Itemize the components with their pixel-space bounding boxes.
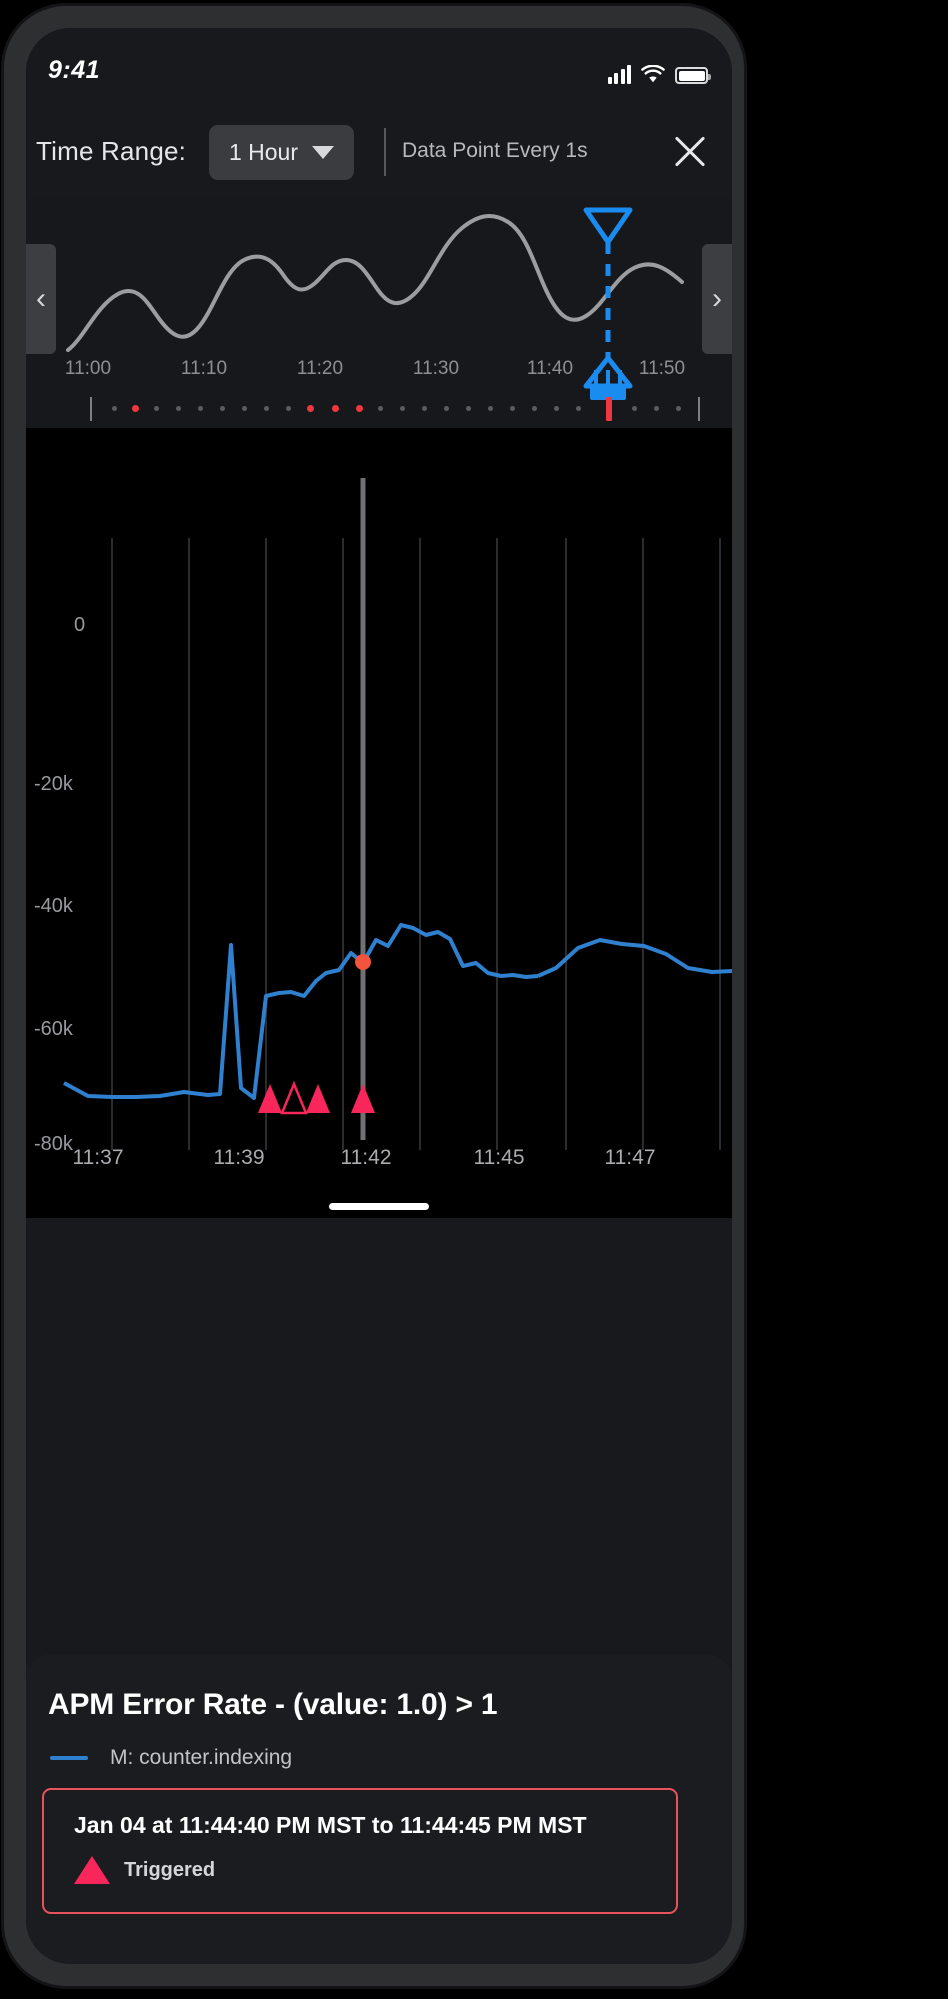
event-dot-alert (332, 405, 339, 412)
time-range-label: Time Range: (36, 136, 187, 166)
event-dot (176, 406, 181, 411)
wifi-icon (641, 64, 665, 84)
navigator-tick: 11:40 (526, 358, 574, 379)
event-dot (532, 406, 537, 411)
event-dot (400, 406, 405, 411)
event-dot (444, 406, 449, 411)
event-dot (422, 406, 427, 411)
status-bar: 9:41 (26, 28, 732, 110)
data-point-interval-label: Data Point Every 1s (402, 139, 588, 162)
navigator-tick: 11:10 (180, 358, 228, 379)
page-title: APM Error Rate - (value: 1.0) > 1 (48, 1688, 498, 1721)
status-badge: Triggered (124, 1858, 216, 1881)
triangle-alert-icon (258, 1084, 282, 1113)
y-axis-tick: -20k (34, 773, 73, 795)
close-icon[interactable] (666, 128, 714, 176)
event-bar-alert (606, 397, 612, 421)
navigator-prev-button[interactable]: ‹ (26, 244, 56, 354)
chart-series-line (63, 923, 539, 1100)
phone-frame: 9:41 Time Range: 1 Hour Data Point Every… (4, 6, 744, 1986)
navigator-next-button[interactable]: › (702, 244, 732, 354)
battery-full-icon (675, 67, 711, 84)
x-axis-tick: 11:45 (473, 1146, 525, 1169)
cellular-signal-icon (607, 64, 631, 84)
event-dot (488, 406, 493, 411)
navigator-tick: 11:50 (638, 358, 686, 379)
timeline-navigator[interactable]: ‹ › 11:00 11:10 11:20 11:30 11:40 11:50 (26, 198, 732, 428)
chart-series-line-continued (537, 938, 732, 978)
main-chart-plot (63, 478, 732, 1150)
x-axis-tick: 11:37 (72, 1146, 124, 1169)
time-range-value: 1 Hour (228, 139, 299, 165)
alert-time-range: Jan 04 at 11:44:40 PM MST to 11:44:45 PM… (74, 1812, 587, 1838)
event-dot (576, 406, 581, 411)
event-dot (554, 406, 559, 411)
status-bar-icons (607, 58, 711, 84)
home-indicator (329, 1203, 429, 1210)
event-dot (242, 406, 247, 411)
chart-triggered-markers (258, 1080, 375, 1115)
event-dot (378, 406, 383, 411)
event-dot (676, 406, 681, 411)
navigator-prev-arrow-icon: ‹ (36, 282, 46, 315)
event-dot (466, 406, 471, 411)
navigator-tick: 11:20 (296, 358, 344, 379)
alert-detail-card: APM Error Rate - (value: 1.0) > 1 M: cou… (26, 1654, 732, 1964)
navigator-tick: 11:00 (64, 358, 112, 379)
time-range-select[interactable]: 1 Hour (209, 125, 354, 180)
navigator-tick: 11:30 (412, 358, 460, 379)
event-dot (220, 406, 225, 411)
chart-legend[interactable]: M: counter.indexing (50, 1746, 292, 1770)
toolbar-divider (384, 128, 386, 176)
event-dot (198, 406, 203, 411)
triangle-alert-outline-icon (280, 1080, 308, 1115)
legend-series-label: M: counter.indexing (110, 1746, 293, 1769)
event-dot (264, 406, 269, 411)
triangle-alert-icon (306, 1084, 330, 1113)
event-dot (510, 406, 515, 411)
main-chart[interactable]: 0 -20k -40k -60k -80k 11:37 11:39 11:42 … (26, 428, 732, 1218)
event-dot-alert (132, 405, 139, 412)
triangle-alert-icon (74, 1856, 110, 1884)
event-dot (154, 406, 159, 411)
alert-status-row: Triggered (74, 1856, 215, 1884)
navigator-event-strip[interactable] (26, 394, 732, 426)
x-axis-tick: 11:42 (340, 1146, 392, 1169)
event-dot (632, 406, 637, 411)
status-bar-time: 9:41 (48, 56, 101, 84)
time-range-toolbar: Time Range: 1 Hour Data Point Every 1s (26, 110, 732, 196)
navigator-next-arrow-icon: › (712, 282, 722, 315)
event-dot (654, 406, 659, 411)
legend-color-swatch (50, 1756, 88, 1760)
y-axis-tick: 0 (74, 614, 86, 636)
navigator-overview-line (66, 214, 684, 352)
y-axis-tick: -40k (34, 895, 73, 917)
chart-gridlines (111, 538, 721, 1150)
phone-screen: 9:41 Time Range: 1 Hour Data Point Every… (26, 28, 732, 1964)
event-range-end (698, 397, 700, 421)
chart-cursor-point (355, 954, 371, 970)
x-axis-tick: 11:39 (213, 1146, 265, 1169)
event-dot (112, 406, 117, 411)
event-range-start (90, 397, 92, 421)
alert-event-box[interactable]: Jan 04 at 11:44:40 PM MST to 11:44:45 PM… (42, 1788, 678, 1914)
event-dot (286, 406, 291, 411)
navigator-axis: 11:00 11:10 11:20 11:30 11:40 11:50 (26, 358, 732, 428)
chevron-down-icon (312, 146, 335, 159)
y-axis-tick: -60k (34, 1018, 73, 1040)
triangle-alert-icon (351, 1084, 375, 1113)
screenshot-root: 9:41 Time Range: 1 Hour Data Point Every… (0, 0, 948, 1999)
event-dot-alert (356, 405, 363, 412)
x-axis-tick: 11:47 (604, 1146, 656, 1169)
event-dot-alert (307, 405, 314, 412)
y-axis-tick: -80k (34, 1133, 73, 1155)
